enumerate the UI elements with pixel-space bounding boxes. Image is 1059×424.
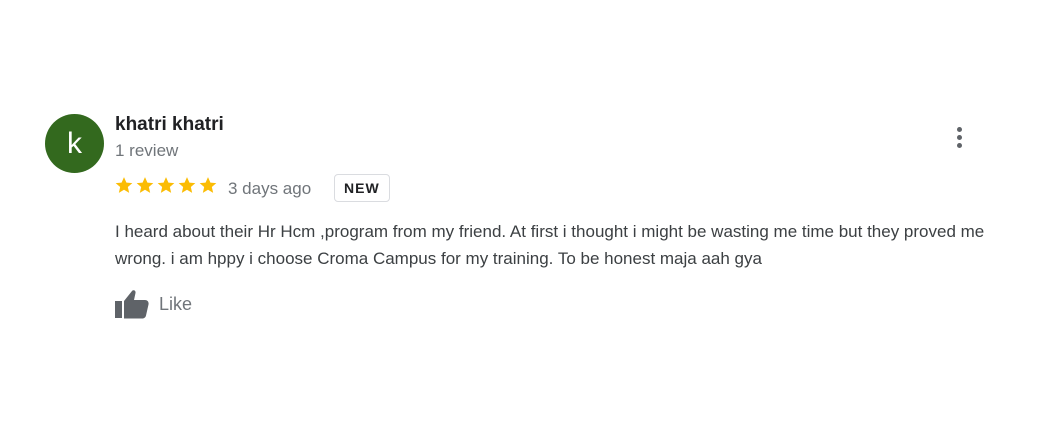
new-badge: NEW bbox=[334, 174, 390, 202]
like-label: Like bbox=[159, 293, 193, 314]
reviewer-review-count: 1 review bbox=[115, 141, 179, 160]
review-date: 3 days ago bbox=[228, 179, 312, 198]
star-icon bbox=[157, 177, 175, 193]
avatar[interactable]: k bbox=[45, 114, 104, 173]
star-icon bbox=[199, 177, 217, 193]
reviewer-name[interactable]: khatri khatri bbox=[115, 114, 224, 136]
star-icon bbox=[136, 177, 154, 193]
more-options-button[interactable] bbox=[944, 122, 974, 152]
review-text: I heard about their Hr Hcm ,program from… bbox=[115, 222, 985, 268]
review-card: k khatri khatri 1 review 3 days ago NEW … bbox=[0, 0, 1059, 424]
star-icon bbox=[178, 177, 196, 193]
star-rating bbox=[114, 175, 218, 197]
like-button[interactable]: Like bbox=[114, 288, 192, 320]
star-icon bbox=[115, 177, 133, 193]
thumbs-up-icon bbox=[115, 290, 149, 319]
more-vertical-icon bbox=[956, 126, 962, 132]
